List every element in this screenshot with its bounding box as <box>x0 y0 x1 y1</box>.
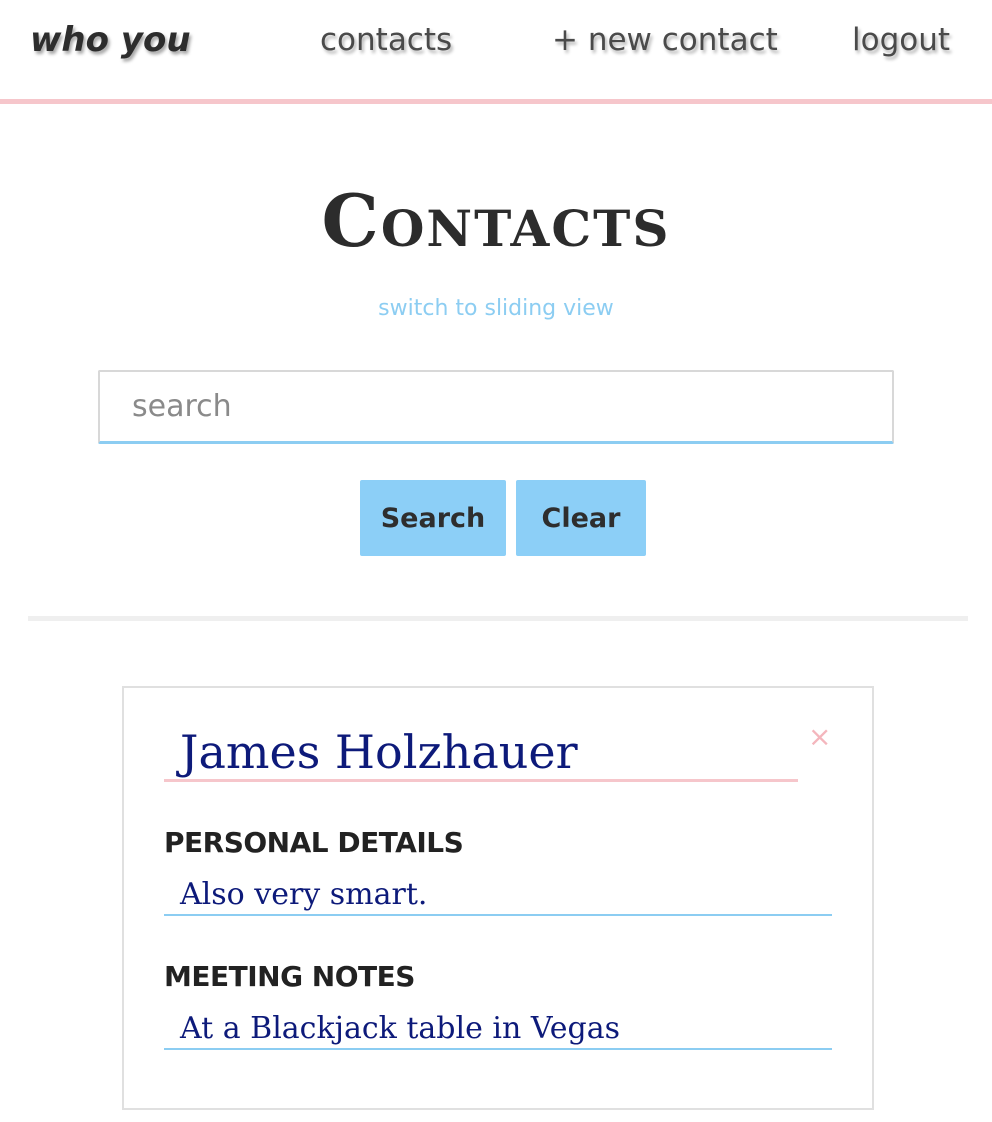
close-icon[interactable]: × <box>808 720 831 754</box>
nav-contacts-link[interactable]: contacts <box>320 22 452 58</box>
nav-logout-link[interactable]: logout <box>852 22 950 58</box>
switch-view-link[interactable]: switch to sliding view <box>0 296 992 321</box>
nav-new-contact-link[interactable]: + new contact <box>552 22 778 58</box>
personal-details-field[interactable]: Also very smart. <box>164 874 832 916</box>
top-navbar: WHO YOU contacts + new contact logout <box>0 0 992 104</box>
search-button[interactable]: Search <box>360 480 506 556</box>
meeting-notes-field[interactable]: At a Blackjack table in Vegas <box>164 1008 832 1050</box>
contact-name-field[interactable]: James Holzhauer <box>164 722 798 782</box>
personal-details-label: PERSONAL DETAILS <box>164 826 464 859</box>
brand-logo-link[interactable]: WHO YOU <box>30 20 191 60</box>
clear-button[interactable]: Clear <box>516 480 646 556</box>
meeting-notes-label: MEETING NOTES <box>164 960 415 993</box>
page-title: Contacts <box>321 178 671 263</box>
contact-card: James Holzhauer × PERSONAL DETAILS Also … <box>122 686 874 1110</box>
section-divider <box>28 616 968 621</box>
search-input[interactable] <box>98 370 894 444</box>
